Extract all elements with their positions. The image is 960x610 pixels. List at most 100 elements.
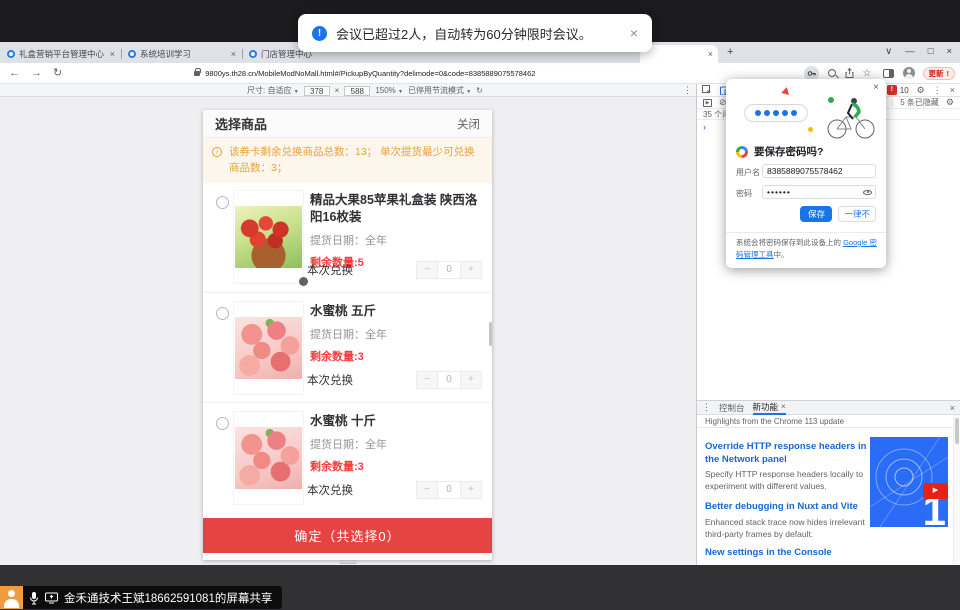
plus-button[interactable]: + bbox=[460, 261, 482, 279]
share-icon[interactable] bbox=[845, 68, 854, 78]
bookmark-star-icon[interactable]: ☆ bbox=[863, 68, 872, 79]
zoom-icon[interactable] bbox=[828, 69, 836, 77]
youtube-play-icon[interactable]: ▶ bbox=[923, 483, 948, 499]
minus-button[interactable]: − bbox=[416, 481, 438, 499]
tab-close-icon[interactable]: × bbox=[110, 50, 115, 59]
device-toolbar-menu-icon[interactable]: ⋮ bbox=[683, 85, 692, 96]
zoom-select[interactable]: 150% ▼ bbox=[375, 86, 403, 95]
footer-text: 中。 bbox=[774, 250, 789, 259]
devtools-settings-icon[interactable]: ⚙ bbox=[917, 86, 925, 95]
tab-separator bbox=[242, 49, 243, 59]
quantity-stepper: − 0 + bbox=[416, 261, 482, 279]
exchange-row: 本次兑换 − 0 + bbox=[307, 371, 482, 389]
tab-separator bbox=[121, 49, 122, 59]
drawer-scrollbar[interactable] bbox=[953, 415, 960, 566]
product-image bbox=[233, 190, 304, 284]
inspect-icon[interactable] bbox=[702, 85, 712, 95]
side-panel-icon[interactable] bbox=[883, 69, 894, 78]
plus-button[interactable]: + bbox=[460, 371, 482, 389]
rotate-icon[interactable]: ↻ bbox=[476, 86, 483, 95]
remaining-qty: 剩余数量:3 bbox=[310, 348, 482, 364]
tab-label: 新功能 bbox=[753, 401, 779, 413]
save-button[interactable]: 保存 bbox=[800, 206, 832, 222]
drawer-tabbar: ⋮ 控制台 新功能 × × bbox=[697, 401, 960, 415]
forward-icon[interactable]: → bbox=[31, 68, 42, 79]
quantity-value[interactable]: 0 bbox=[438, 261, 460, 279]
viewport-scrollbar[interactable] bbox=[489, 322, 492, 346]
new-tab-button[interactable]: + bbox=[727, 46, 733, 58]
tab-close-icon[interactable]: × bbox=[231, 50, 236, 59]
viewport-width-input[interactable]: 378 bbox=[304, 86, 330, 96]
scrollbar-thumb[interactable] bbox=[955, 418, 959, 444]
device-size-label[interactable]: 尺寸: 自适应 ▼ bbox=[247, 85, 299, 96]
error-count: 10 bbox=[900, 86, 909, 95]
confirm-button[interactable]: 确定（共选择0） bbox=[203, 518, 492, 553]
drawer-close-icon[interactable]: × bbox=[950, 403, 955, 413]
device-emulator-area: 尺寸: 自适应 ▼ 378 × 588 150% ▼ 已停用节流模式 ▼ ↻ ⋮… bbox=[0, 84, 697, 565]
minus-button[interactable]: − bbox=[416, 371, 438, 389]
devtools-drawer: ⋮ 控制台 新功能 × × Highlights from the Chrome… bbox=[697, 400, 960, 565]
maximize-icon[interactable]: □ bbox=[928, 45, 934, 59]
quantity-stepper: − 0 + bbox=[416, 481, 482, 499]
tab-close-icon[interactable]: × bbox=[781, 402, 786, 411]
whats-new-header: Highlights from the Chrome 113 update bbox=[697, 415, 960, 428]
password-row: 密码 •••••• bbox=[736, 185, 876, 199]
toast-close-icon[interactable]: × bbox=[630, 25, 638, 41]
whats-new-link[interactable]: Better debugging in Nuxt and Vite bbox=[705, 501, 867, 514]
console-prompt-icon[interactable]: › bbox=[703, 122, 706, 132]
product-title: 水蜜桃 五斤 bbox=[310, 303, 482, 320]
profile-avatar[interactable] bbox=[903, 67, 915, 79]
mobile-viewport: 选择商品 关闭 i 该券卡剩余兑换商品总数：13； 单次提货最少可兑换商品数：3… bbox=[203, 110, 492, 560]
back-icon[interactable]: ← bbox=[9, 68, 20, 79]
whats-new-link[interactable]: New settings in the Console bbox=[705, 547, 867, 560]
address-bar-url[interactable]: 9800ys.th28.cn/MobileModNoMall.html#/Pic… bbox=[205, 69, 535, 78]
minus-button[interactable]: − bbox=[416, 261, 438, 279]
window-close-icon[interactable]: × bbox=[946, 45, 952, 59]
password-field[interactable]: •••••• bbox=[762, 185, 876, 199]
password-bubble bbox=[744, 104, 808, 122]
pickup-date: 提货日期：全年 bbox=[310, 436, 482, 452]
dimension-x: × bbox=[335, 86, 340, 95]
quantity-value[interactable]: 0 bbox=[438, 371, 460, 389]
tab-favicon bbox=[249, 50, 257, 58]
product-radio[interactable] bbox=[216, 307, 229, 320]
reload-icon[interactable]: ↻ bbox=[53, 68, 62, 79]
product-radio[interactable] bbox=[216, 196, 229, 209]
whats-new-link[interactable]: Override HTTP response headers in the Ne… bbox=[705, 441, 867, 467]
tab-console[interactable]: 控制台 bbox=[719, 402, 745, 414]
viewport-resize-handle[interactable] bbox=[340, 560, 356, 564]
update-chrome-button[interactable]: 更新 ! bbox=[923, 67, 956, 80]
tab-close-icon[interactable]: × bbox=[708, 50, 713, 59]
viewport-height-input[interactable]: 588 bbox=[344, 86, 370, 96]
throttle-select[interactable]: 已停用节流模式 ▼ bbox=[408, 85, 471, 96]
never-button[interactable]: 一律不 bbox=[838, 206, 876, 222]
tab-gift-platform[interactable]: 礼盒营销平台管理中心 × bbox=[2, 45, 120, 63]
minimize-icon[interactable]: — bbox=[905, 45, 915, 59]
tab-training[interactable]: 系统培训学习 × bbox=[123, 45, 241, 63]
throttle-value: 已停用节流模式 bbox=[408, 86, 464, 95]
plus-button[interactable]: + bbox=[460, 481, 482, 499]
tab-whats-new[interactable]: 新功能 × bbox=[753, 401, 786, 415]
username-row: 用户名 8385889075578462 bbox=[736, 164, 876, 178]
product-row: 精品大果85苹果礼盒装 陕西洛阳16枚装 提货日期：全年 剩余数量:5 本次兑换… bbox=[203, 182, 492, 292]
error-counter[interactable]: ! 10 bbox=[887, 85, 909, 95]
username-label: 用户名 bbox=[736, 167, 760, 178]
frame-selector-icon[interactable]: ▶ bbox=[703, 99, 712, 107]
tab-active[interactable]: × bbox=[640, 45, 718, 63]
product-radio[interactable] bbox=[216, 417, 229, 430]
tab-search-icon[interactable]: ∨ bbox=[885, 45, 892, 59]
username-field[interactable]: 8385889075578462 bbox=[762, 164, 876, 178]
dialog-divider bbox=[726, 232, 886, 233]
show-password-eye-icon[interactable] bbox=[863, 188, 872, 196]
screen-share-bar: 金禾通技术王斌18662591081的屏幕共享 bbox=[0, 586, 282, 609]
quantity-value[interactable]: 0 bbox=[438, 481, 460, 499]
size-label: 尺寸: 自适应 bbox=[247, 86, 291, 95]
devtools-menu-icon[interactable]: ⋮ bbox=[933, 86, 942, 95]
password-label: 密码 bbox=[736, 188, 752, 199]
console-settings-icon[interactable]: ⚙ bbox=[946, 98, 954, 107]
close-link[interactable]: 关闭 bbox=[457, 116, 480, 132]
drawer-menu-icon[interactable]: ⋮ bbox=[702, 403, 711, 412]
product-photo bbox=[235, 317, 302, 379]
triangle-decoration bbox=[781, 86, 790, 95]
devtools-close-icon[interactable]: × bbox=[950, 86, 955, 95]
